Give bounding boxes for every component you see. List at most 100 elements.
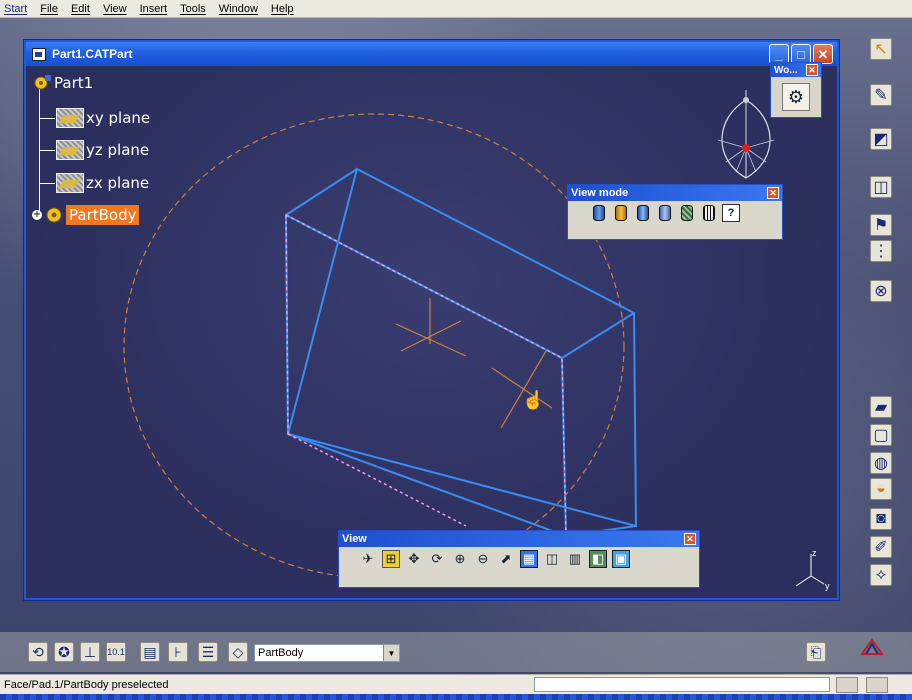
- material-icon[interactable]: ▤: [140, 642, 160, 662]
- menu-insert[interactable]: Insert: [136, 3, 177, 15]
- 3d-viewport[interactable]: ☝ Part1 xy plane yz plane zx plane + Par…: [26, 66, 837, 598]
- pocket-icon[interactable]: ▢: [870, 424, 892, 446]
- document-window[interactable]: Part1.CATPart _ □ ✕ ☝ Part1 xy plane yz …: [24, 40, 839, 600]
- fly-mode-icon[interactable]: ✈: [359, 550, 377, 568]
- sketch-circle: [123, 113, 625, 579]
- view-toolbar-title: View: [342, 533, 367, 545]
- workbench-toolbar[interactable]: Wo... ✕ ⚙: [770, 62, 822, 118]
- select-icon[interactable]: ↖: [870, 38, 892, 60]
- menu-tools[interactable]: Tools: [176, 3, 215, 15]
- command-input[interactable]: [534, 677, 830, 692]
- zoom-out-icon[interactable]: ⊖: [474, 550, 492, 568]
- close-icon[interactable]: ✕: [684, 533, 696, 545]
- status-bar: Face/Pad.1/PartBody preselected: [0, 674, 912, 694]
- document-icon: [32, 47, 46, 61]
- filter-icon[interactable]: ◇: [228, 642, 248, 662]
- hand-cursor-icon: ☝: [522, 389, 544, 411]
- intersect-icon[interactable]: ⊗: [870, 280, 892, 302]
- status-text: Face/Pad.1/PartBody preselected: [4, 678, 169, 691]
- rib-icon[interactable]: ✐: [870, 536, 892, 558]
- measure-icon[interactable]: 10.1: [106, 642, 126, 662]
- view-mode-toolbar-titlebar[interactable]: View mode ✕: [568, 185, 782, 201]
- tree-node-part1[interactable]: Part1: [32, 74, 93, 92]
- wireframe-icon[interactable]: [700, 204, 718, 222]
- plane-icon[interactable]: ◫: [870, 176, 892, 198]
- view-toolbar-titlebar[interactable]: View ✕: [339, 531, 699, 547]
- axis-system-icon[interactable]: ⊥: [80, 642, 100, 662]
- shading-edges-icon[interactable]: [612, 204, 630, 222]
- menu-view[interactable]: View: [99, 3, 136, 15]
- right-toolbar: ↖ ✎ ◩ ◫ ⚑ ⋮ ⊗ ▰ ▢ ◍ ◒ ◙ ✐ ⟡: [862, 26, 900, 626]
- hole-icon[interactable]: ◙: [870, 508, 892, 530]
- menu-window[interactable]: Window: [215, 3, 267, 15]
- menu-help[interactable]: Help: [267, 3, 303, 15]
- expand-icon[interactable]: +: [32, 210, 42, 220]
- fit-all-icon[interactable]: ⊞: [382, 550, 400, 568]
- view-mode-icon[interactable]: ▥: [566, 550, 584, 568]
- rotate-icon[interactable]: ⟳: [428, 550, 446, 568]
- body-gear-icon: [44, 206, 64, 224]
- refresh-icon[interactable]: ✪: [54, 642, 74, 662]
- tools-palette-icon[interactable]: ⎗: [806, 642, 826, 662]
- sketcher-icon[interactable]: ✎: [870, 84, 892, 106]
- plane-icon: [56, 140, 84, 160]
- axis-triad-icon: z y: [795, 548, 830, 591]
- svg-text:z: z: [812, 548, 817, 558]
- hide-show-icon[interactable]: ◧: [589, 550, 607, 568]
- status-button-2[interactable]: [866, 677, 888, 693]
- swap-space-icon[interactable]: ▣: [612, 550, 630, 568]
- current-body-value: PartBody: [258, 647, 304, 659]
- isometric-view-icon[interactable]: ◫: [543, 550, 561, 568]
- chevron-down-icon[interactable]: ▼: [383, 645, 399, 661]
- maximize-button[interactable]: □: [791, 44, 811, 64]
- layer-icon[interactable]: ☰: [198, 642, 218, 662]
- menu-file[interactable]: File: [36, 3, 67, 15]
- tree-node-yz-plane[interactable]: yz plane: [56, 140, 149, 160]
- plane-icon: [56, 173, 84, 193]
- workplane-icon[interactable]: ◩: [870, 128, 892, 150]
- pad-icon[interactable]: ▰: [870, 396, 892, 418]
- workbench-toolbar-title: Wo...: [774, 64, 798, 76]
- shading-edges-hidden-icon[interactable]: [656, 204, 674, 222]
- update-icon[interactable]: ⟲: [28, 642, 48, 662]
- menu-start[interactable]: Start: [0, 3, 36, 15]
- constraint-icon[interactable]: ⊦: [168, 642, 188, 662]
- close-icon[interactable]: ✕: [767, 187, 779, 199]
- workbench-toolbar-titlebar[interactable]: Wo... ✕: [771, 63, 821, 77]
- tree-label-part1: Part1: [54, 74, 94, 92]
- bottom-toolbar: ⟲ ✪ ⊥ 10.1 ▤ ⊦ ☰ ◇ PartBody ▼ ⎗: [0, 632, 912, 672]
- shading-material-icon[interactable]: [678, 204, 696, 222]
- shading-edges-no-smooth-icon[interactable]: [634, 204, 652, 222]
- plane-icon: [56, 108, 84, 128]
- part-gear-icon: [32, 74, 52, 92]
- document-titlebar[interactable]: Part1.CATPart _ □ ✕: [26, 42, 837, 66]
- normal-view-icon[interactable]: ⬈: [497, 550, 515, 568]
- catia-logo[interactable]: [852, 638, 892, 668]
- groove-icon[interactable]: ◒: [870, 478, 892, 500]
- minimize-button[interactable]: _: [769, 44, 789, 64]
- view-mode-toolbar[interactable]: View mode ✕ ?: [567, 184, 783, 240]
- customize-view-icon[interactable]: ?: [722, 204, 740, 222]
- shading-icon[interactable]: [590, 204, 608, 222]
- slot-icon[interactable]: ⟡: [870, 564, 892, 586]
- tree-node-xy-plane[interactable]: xy plane: [56, 108, 150, 128]
- svg-text:y: y: [825, 581, 830, 591]
- current-body-select[interactable]: PartBody ▼: [254, 644, 400, 662]
- pad-front-face[interactable]: [284, 213, 568, 538]
- tree-label-partbody: PartBody: [66, 205, 140, 225]
- multi-view-icon[interactable]: ▦: [520, 550, 538, 568]
- view-toolbar[interactable]: View ✕ ✈ ⊞ ✥ ⟳ ⊕ ⊖ ⬈ ▦ ◫ ▥ ◧ ▣: [338, 530, 700, 588]
- zoom-in-icon[interactable]: ⊕: [451, 550, 469, 568]
- shaft-icon[interactable]: ◍: [870, 452, 892, 474]
- pan-icon[interactable]: ✥: [405, 550, 423, 568]
- grid-icon[interactable]: ⋮: [870, 240, 892, 262]
- status-button-1[interactable]: [836, 677, 858, 693]
- point-icon[interactable]: ⚑: [870, 214, 892, 236]
- part-design-workbench-icon[interactable]: ⚙: [782, 83, 810, 111]
- close-icon[interactable]: ✕: [806, 64, 818, 76]
- close-button[interactable]: ✕: [813, 44, 833, 64]
- tree-node-partbody[interactable]: + PartBody: [32, 205, 140, 225]
- menu-edit[interactable]: Edit: [67, 3, 99, 15]
- menu-bar: Start File Edit View Insert Tools Window…: [0, 0, 912, 18]
- tree-node-zx-plane[interactable]: zx plane: [56, 173, 149, 193]
